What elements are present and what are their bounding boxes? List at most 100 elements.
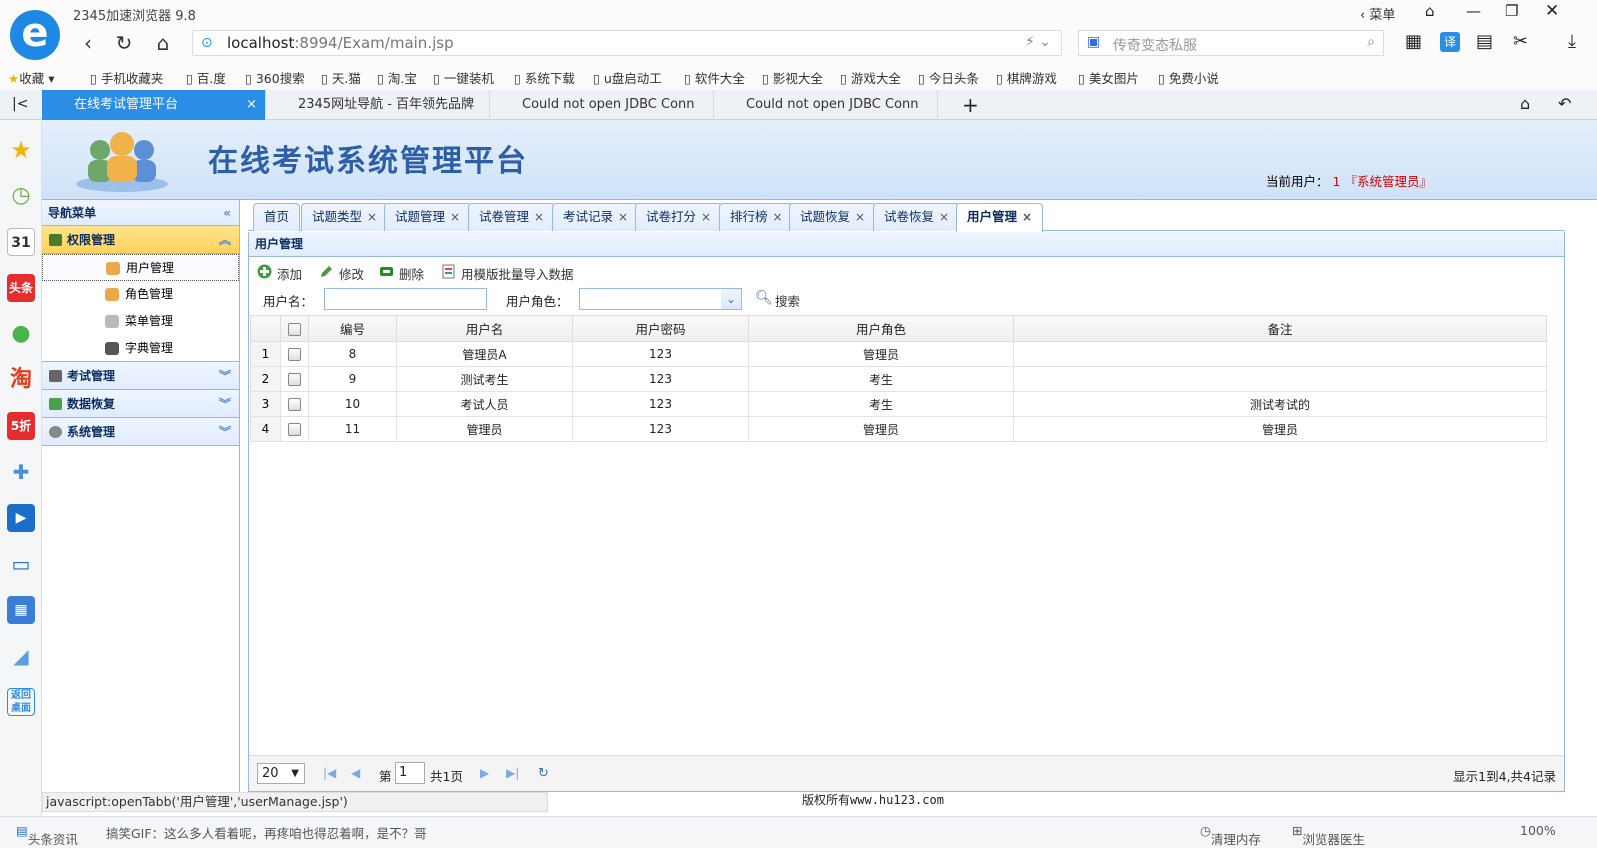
- tab-list-icon[interactable]: |<: [12, 96, 28, 112]
- nav-group-exam[interactable]: 考试管理 ︾: [42, 362, 239, 390]
- bookmark-item[interactable]: ▯ 360搜索: [245, 68, 305, 87]
- add-button[interactable]: 添加: [257, 264, 302, 283]
- minimize-icon[interactable]: —: [1466, 2, 1481, 20]
- browser-tab-jdbc-1[interactable]: Could not open JDBC Conn: [490, 90, 714, 120]
- discount-icon[interactable]: 5折: [7, 412, 35, 440]
- chevron-down-icon[interactable]: ⌄: [721, 289, 741, 309]
- favorite-star-icon[interactable]: ★: [7, 136, 35, 164]
- search-box[interactable]: ▣ 传奇变态私服 ⌕: [1078, 30, 1384, 56]
- close-icon[interactable]: ×: [618, 210, 628, 224]
- return-desktop-icon[interactable]: 返回 桌面: [7, 688, 35, 716]
- close-icon[interactable]: ×: [939, 210, 949, 224]
- tab-question-recovery[interactable]: 试题恢复 ×: [789, 203, 877, 231]
- nav-group-permission[interactable]: 权限管理 ︽: [42, 226, 239, 254]
- import-button[interactable]: 用模版批量导入数据: [441, 264, 574, 283]
- bookmark-item[interactable]: ▯ u盘启动工: [593, 68, 662, 87]
- skin-icon[interactable]: ⌂: [1425, 2, 1435, 20]
- col-password[interactable]: 用户密码: [572, 315, 749, 342]
- back-icon[interactable]: ‹: [75, 30, 101, 56]
- game-icon[interactable]: ✚: [7, 458, 35, 486]
- page-size-select[interactable]: 20 ▼: [257, 763, 305, 784]
- browser-tab-exam[interactable]: 在线考试管理平台 ×: [42, 90, 266, 120]
- video-icon[interactable]: ▶: [7, 504, 35, 532]
- wechat-icon[interactable]: ●: [7, 320, 35, 348]
- col-id[interactable]: 编号: [308, 315, 397, 342]
- reader-icon[interactable]: ▤: [1476, 31, 1493, 52]
- search-button[interactable]: 🔍︎ 搜索: [755, 291, 800, 310]
- tab-paper-manage[interactable]: 试卷管理 ×: [468, 203, 556, 231]
- page-number-input[interactable]: 1: [395, 762, 425, 784]
- undo-icon[interactable]: ↶: [1558, 94, 1571, 113]
- nav-item-dict-manage[interactable]: 字典管理: [42, 335, 239, 362]
- next-page-icon[interactable]: ▶: [480, 766, 489, 780]
- bookmark-item[interactable]: ▯ 天.猫: [321, 68, 361, 87]
- col-role[interactable]: 用户角色: [748, 315, 1014, 342]
- collapse-nav-icon[interactable]: «: [223, 200, 231, 226]
- bookmark-item[interactable]: ▯ 软件大全: [684, 68, 745, 87]
- bookmark-item[interactable]: ▯ 影视大全: [762, 68, 823, 87]
- translate-icon[interactable]: 译: [1440, 32, 1460, 52]
- bookmark-item[interactable]: ▯ 一键装机: [433, 68, 494, 87]
- toutiao-icon[interactable]: 头条: [7, 274, 35, 302]
- refresh-icon[interactable]: ↻: [111, 30, 137, 56]
- col-note[interactable]: 备注: [1013, 315, 1547, 342]
- restore-icon[interactable]: ❐: [1505, 2, 1518, 20]
- clean-memory-button[interactable]: ◷ 清理内存: [1200, 823, 1261, 847]
- bookmark-item[interactable]: ▯ 系统下载: [514, 68, 575, 87]
- browser-doctor-button[interactable]: ⊞ 浏览器医生: [1292, 823, 1365, 847]
- last-page-icon[interactable]: ▶|: [506, 766, 519, 780]
- bookmark-item[interactable]: ▯ 免费小说: [1158, 68, 1219, 87]
- zoom-level[interactable]: 100%: [1520, 823, 1556, 838]
- news-link[interactable]: ▤ 头条资讯: [16, 823, 78, 847]
- first-page-icon[interactable]: |◀: [323, 766, 336, 780]
- close-icon[interactable]: ×: [1022, 210, 1032, 224]
- nav-item-role-manage[interactable]: 角色管理: [42, 281, 239, 308]
- close-tab-icon[interactable]: ×: [246, 90, 257, 120]
- row-checkbox[interactable]: [280, 416, 309, 442]
- address-bar[interactable]: ⊙ localhost:8994/Exam/main.jsp ⚡ ⌄: [192, 30, 1062, 56]
- bookmark-item[interactable]: ▯ 美女图片: [1078, 68, 1139, 87]
- bookmark-item[interactable]: ▯ 棋牌游戏: [996, 68, 1057, 87]
- scissors-icon[interactable]: ✂: [1513, 31, 1528, 52]
- tab-paper-scoring[interactable]: 试卷打分 ×: [635, 203, 723, 231]
- prev-page-icon[interactable]: ◀: [351, 766, 360, 780]
- close-icon[interactable]: ×: [773, 210, 783, 224]
- close-icon[interactable]: ×: [450, 210, 460, 224]
- table-row[interactable]: 1 8 管理员A 123 管理员: [250, 341, 1547, 367]
- desktop-icon[interactable]: ▭: [7, 550, 35, 578]
- bookmark-favorites[interactable]: ★收藏 ▾: [8, 68, 54, 87]
- close-window-icon[interactable]: ✕: [1545, 1, 1559, 21]
- col-username[interactable]: 用户名: [396, 315, 573, 342]
- close-icon[interactable]: ×: [367, 210, 377, 224]
- table-row[interactable]: 2 9 测试考生 123 考生: [250, 366, 1547, 392]
- tab-exam-records[interactable]: 考试记录 ×: [552, 203, 640, 231]
- browser-menu[interactable]: ‹ 菜单: [1360, 4, 1395, 23]
- nav-group-system[interactable]: 系统管理 ︾: [42, 418, 239, 446]
- calculator-icon[interactable]: ▦: [7, 596, 35, 624]
- news-ticker[interactable]: 搞笑GIF：这么多人看着呢，再疼咱也得忍着啊，是不？哥: [106, 823, 427, 842]
- close-icon[interactable]: ×: [701, 210, 711, 224]
- tab-ranking[interactable]: 排行榜 ×: [719, 203, 794, 231]
- select-all-checkbox[interactable]: [280, 315, 309, 342]
- bookmark-item[interactable]: ▯ 百.度: [186, 68, 226, 87]
- home-icon[interactable]: ⌂: [150, 30, 176, 56]
- browser-tab-jdbc-2[interactable]: Could not open JDBC Conn: [714, 90, 938, 120]
- edit-button[interactable]: 修改: [319, 264, 364, 283]
- notepad-icon[interactable]: ◢: [7, 642, 35, 670]
- tab-paper-recovery[interactable]: 试卷恢复 ×: [873, 203, 961, 231]
- bookmark-item[interactable]: ▯ 游戏大全: [840, 68, 901, 87]
- username-input[interactable]: [324, 288, 487, 310]
- bookmark-item[interactable]: ▯ 手机收藏夹: [90, 68, 163, 87]
- tab-user-manage[interactable]: 用户管理 ×: [956, 203, 1044, 232]
- close-icon[interactable]: ×: [855, 210, 865, 224]
- calendar-icon[interactable]: 31: [7, 228, 35, 256]
- table-row[interactable]: 3 10 考试人员 123 考生 测试考试的: [250, 391, 1547, 417]
- row-checkbox[interactable]: [280, 366, 309, 392]
- row-checkbox[interactable]: [280, 341, 309, 367]
- search-icon[interactable]: ⌕: [1367, 34, 1375, 50]
- nav-item-user-manage[interactable]: 用户管理: [42, 254, 239, 281]
- nav-item-menu-manage[interactable]: 菜单管理: [42, 308, 239, 335]
- address-tools-icon[interactable]: ⚡ ⌄: [1025, 34, 1051, 50]
- history-icon[interactable]: ◷: [7, 182, 35, 210]
- nav-group-recovery[interactable]: 数据恢复 ︾: [42, 390, 239, 418]
